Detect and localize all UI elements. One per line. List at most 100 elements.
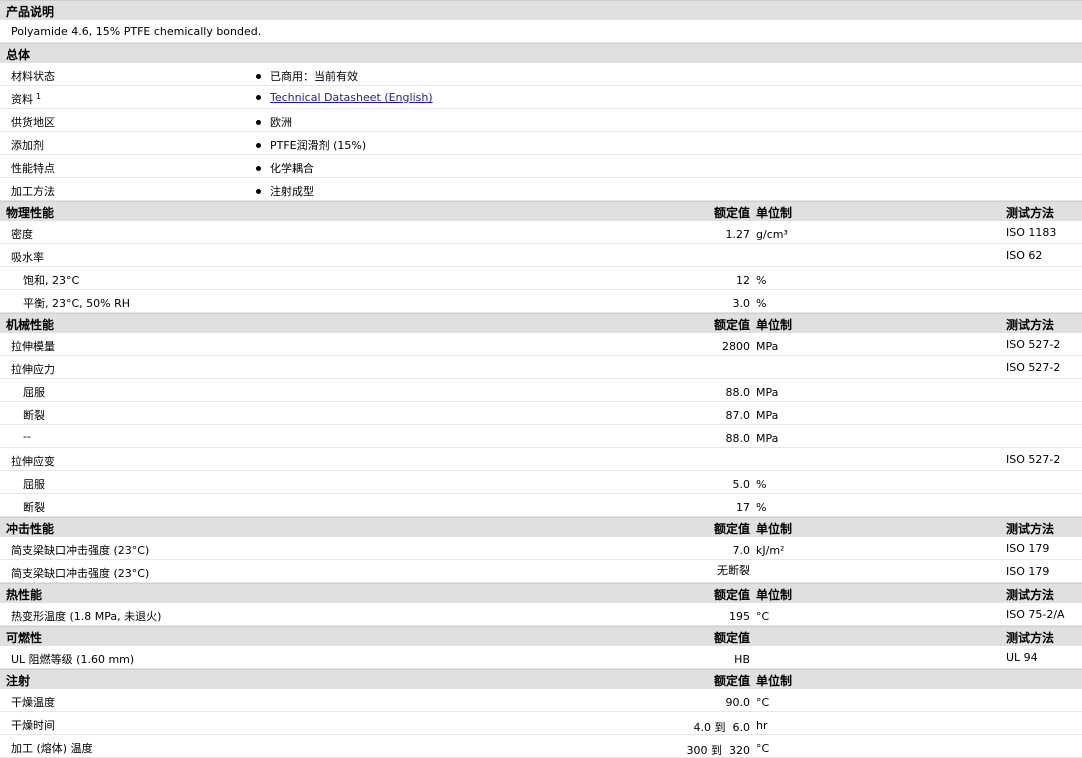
property-unit: % [756,501,767,514]
property-unit: °C [756,742,770,755]
section-title: 产品说明 [6,5,55,19]
general-row-label-text: 材料状态 [11,70,55,83]
property-row: 干燥温度 90.0 °C [0,689,1082,712]
property-test-method: ISO 527-2 [1006,361,1061,374]
property-unit: MPa [756,340,779,353]
nominal-value-header: 额定值 [713,674,750,688]
section-title: 可燃性 [6,631,43,645]
general-row-value: PTFE润滑剂 (15%) [256,137,366,153]
property-row: 热变形温度 (1.8 MPa, 未退火) 195 °C ISO 75-2/A [0,603,1082,626]
property-row: 拉伸应力 ISO 527-2 [0,356,1082,379]
section-header: 注射 额定值 单位制 [0,669,1082,689]
property-label: 断裂 [23,409,45,422]
property-row: 饱和, 23°C 12% [0,267,1082,290]
nominal-value-header: 额定值 [713,522,750,536]
property-label: 拉伸模量 [11,340,55,353]
test-method-header: 测试方法 [1006,318,1055,332]
general-row-value-text: 已商用：当前有效 [270,70,358,83]
general-row-value: 注射成型 [256,183,314,199]
unit-header: 单位制 [756,588,793,602]
property-row: 干燥时间 4.0 到 6.0 hr [0,712,1082,735]
footnote-marker: 1 [36,92,42,101]
general-row-value-text: 注射成型 [270,185,314,198]
property-row: 平衡, 23°C, 50% RH 3.0% [0,290,1082,313]
property-unit: hr [756,719,768,732]
property-unit: % [756,297,767,310]
general-rows: 材料状态 已商用：当前有效资料 1 Technical Datasheet (Engl… [0,63,1082,201]
nominal-value-header: 额定值 [713,588,750,602]
property-row: 断裂 17% [0,494,1082,517]
property-value: 3.0 [732,297,751,310]
property-label: -- [23,430,31,443]
property-label: 拉伸应变 [11,455,55,468]
general-row-label-text: 添加剂 [11,139,44,152]
general-row-label-text: 加工方法 [11,185,55,198]
general-row-value: 化学耦合 [256,160,314,176]
property-unit: MPa [756,409,779,422]
property-test-method: ISO 75-2/A [1006,608,1065,621]
property-row: 吸水率 ISO 62 [0,244,1082,267]
section-title: 注射 [6,674,31,688]
general-row-label: 添加剂 [11,137,44,153]
property-value: HB [734,653,750,666]
nominal-value-header: 额定值 [713,206,750,220]
section-title: 冲击性能 [6,522,55,536]
test-method-header: 测试方法 [1006,588,1055,602]
general-row: 供货地区 欧洲 [0,109,1082,132]
general-row-label: 资料 1 [11,91,41,107]
property-unit: °C [756,610,770,623]
property-unit: °C [756,696,770,709]
property-row: 屈服 5.0% [0,471,1082,494]
section-header: 热性能 额定值 单位制 测试方法 [0,583,1082,603]
property-unit: MPa [756,432,779,445]
property-value: 2800 [722,340,750,353]
property-row: UL 阻燃等级 (1.60 mm) HB UL 94 [0,646,1082,669]
property-label: 屈服 [23,386,45,399]
property-label: 断裂 [23,501,45,514]
general-row: 资料 1 Technical Datasheet (English) [0,86,1082,109]
unit-header: 单位制 [756,674,793,688]
general-row-value-text: PTFE润滑剂 (15%) [270,139,367,152]
section-title: 机械性能 [6,318,55,332]
property-label: 简支梁缺口冲击强度 (23°C) [11,544,150,557]
property-value: 17 [736,501,750,514]
section-header: 物理性能 额定值 单位制 测试方法 [0,201,1082,221]
bullet-icon [256,143,261,148]
nominal-value-header: 额定值 [713,318,750,332]
property-value: 7.0 [732,544,751,557]
property-test-method: ISO 62 [1006,249,1043,262]
property-unit: MPa [756,386,779,399]
property-row: 屈服 88.0 MPa [0,379,1082,402]
test-method-header: 测试方法 [1006,631,1055,645]
general-row-value: Technical Datasheet (English) [256,91,433,104]
test-method-header: 测试方法 [1006,522,1055,536]
general-row-label: 加工方法 [11,183,55,199]
general-row-label-text: 资料 [11,93,33,106]
property-value: 87.0 [725,409,751,422]
property-label: 加工 (熔体) 温度 [11,742,93,755]
property-test-method: UL 94 [1006,651,1038,664]
property-label: 饱和, 23°C [23,274,80,287]
property-value: 300 到 320 [686,744,750,757]
property-label: 热变形温度 (1.8 MPa, 未退火) [11,610,162,623]
datasheet-link[interactable]: Technical Datasheet (English) [270,91,433,104]
property-label: 吸水率 [11,251,44,264]
section-title: 物理性能 [6,206,55,220]
property-row: 拉伸应变 ISO 527-2 [0,448,1082,471]
general-row-label: 性能特点 [11,160,55,176]
general-row-value: 欧洲 [256,114,292,130]
general-row: 性能特点 化学耦合 [0,155,1082,178]
bullet-icon [256,74,261,79]
property-value: 88.0 [725,386,751,399]
property-test-method: ISO 179 [1006,565,1050,578]
property-unit: g/cm³ [756,228,788,241]
property-unit: % [756,274,767,287]
general-row-value-text: 欧洲 [270,116,292,129]
bullet-icon [256,95,261,100]
property-value: 4.0 到 6.0 [693,721,750,734]
property-unit: % [756,478,767,491]
unit-header: 单位制 [756,206,793,220]
property-value: 5.0 [732,478,751,491]
property-value: 90.0 [725,696,751,709]
property-label: 平衡, 23°C, 50% RH [23,297,131,310]
